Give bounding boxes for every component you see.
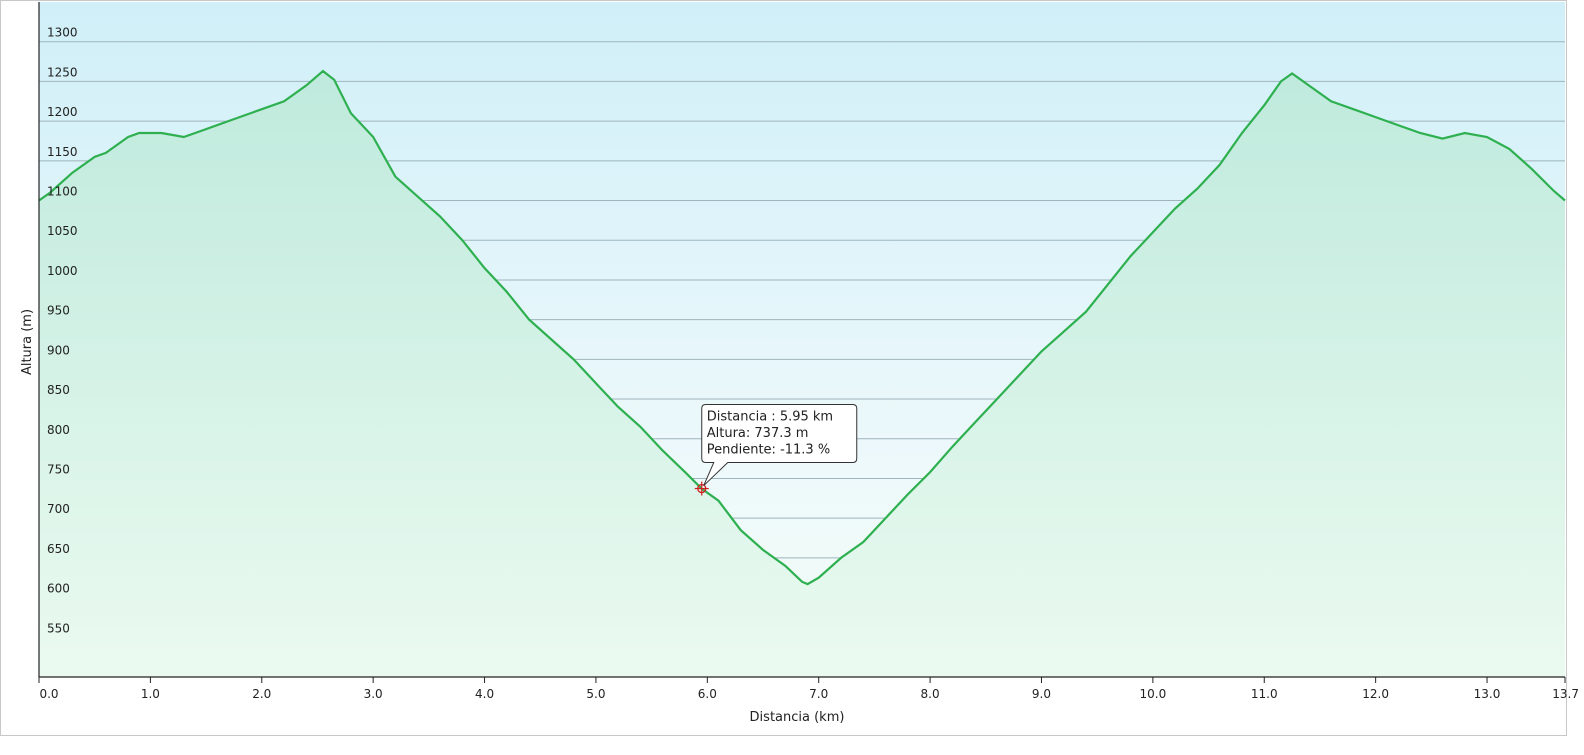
y-tick-label: 600	[47, 582, 70, 596]
x-tick-label: 6.0	[698, 687, 717, 701]
x-tick-label: 0.0	[39, 687, 58, 701]
y-tick-label: 750	[47, 462, 70, 476]
y-tick-label: 550	[47, 621, 70, 635]
y-axis-title: Altura (m)	[20, 309, 35, 375]
y-tick-label: 1000	[47, 264, 78, 278]
y-tick-label: 700	[47, 502, 70, 516]
y-tick-label: 950	[47, 304, 70, 318]
x-tick-label: 1.0	[141, 687, 160, 701]
tooltip-distance: Distancia : 5.95 km	[707, 410, 833, 425]
y-tick-label: 650	[47, 542, 70, 556]
y-tick-label: 1200	[47, 105, 78, 119]
x-tick-label: 8.0	[921, 687, 940, 701]
y-tick-label: 1050	[47, 224, 78, 238]
x-tick-label: 7.0	[809, 687, 828, 701]
y-tick-label: 1100	[47, 185, 78, 199]
x-tick-label: 4.0	[475, 687, 494, 701]
elevation-chart: 1300 1250 1200 1150 1100 1050 1000 950 900 850 800…	[0, 0, 1584, 751]
x-tick-label: 13.0	[1474, 687, 1501, 701]
y-tick-label: 900	[47, 343, 70, 357]
x-tick-label: 12.0	[1362, 687, 1389, 701]
x-tick-label: 10.0	[1140, 687, 1167, 701]
x-tick-label: 9.0	[1032, 687, 1051, 701]
y-tick-label: 1300	[47, 26, 78, 40]
tooltip-slope: Pendiente: -11.3 %	[707, 443, 830, 458]
x-tick-label: 13.7	[1552, 687, 1579, 701]
x-tick-label: 5.0	[586, 687, 605, 701]
x-tick-label: 3.0	[364, 687, 383, 701]
y-tick-label: 850	[47, 383, 70, 397]
tooltip-altitude: Altura: 737.3 m	[707, 426, 809, 441]
y-tick-label: 1250	[47, 65, 78, 79]
x-axis-title: Distancia (km)	[750, 710, 845, 725]
y-tick-label: 800	[47, 423, 70, 437]
x-tick-label: 11.0	[1251, 687, 1278, 701]
x-tick-label: 2.0	[252, 687, 271, 701]
elevation-profile-svg: 1300 1250 1200 1150 1100 1050 1000 950 900 850 800…	[0, 0, 1579, 736]
y-tick-label: 1150	[47, 145, 78, 159]
x-tick-labels: 0.0 1.0 2.0 3.0 4.0 5.0 6.0 7.0 8.0 9.0 10.0 11.0 12…	[38, 677, 1579, 701]
